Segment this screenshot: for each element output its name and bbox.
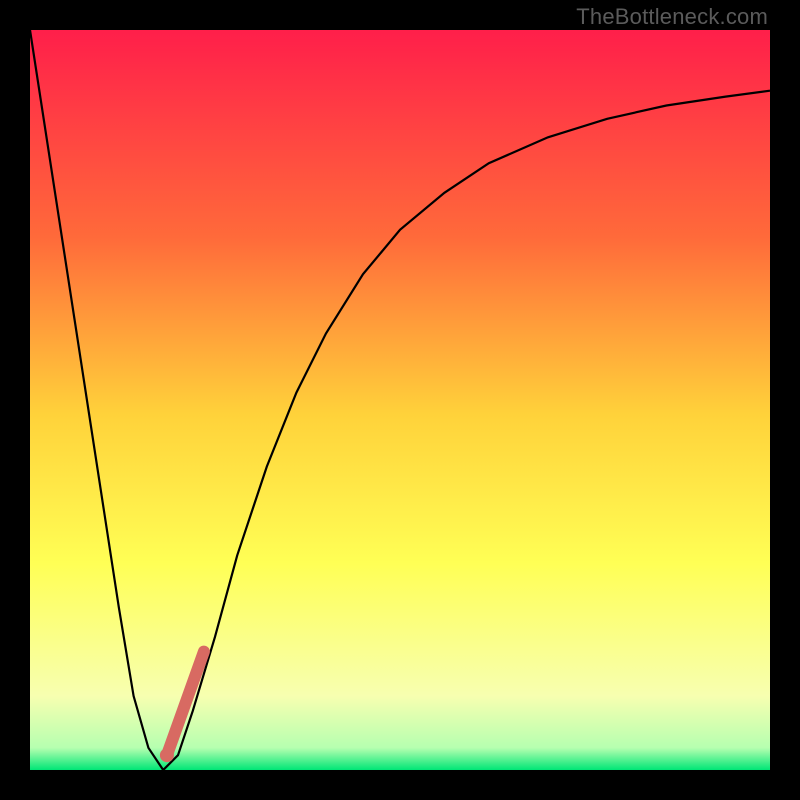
watermark-text: TheBottleneck.com — [576, 4, 768, 30]
minimum-marker — [160, 748, 174, 762]
gradient-background — [30, 30, 770, 770]
chart-frame: TheBottleneck.com — [0, 0, 800, 800]
chart-svg — [30, 30, 770, 770]
plot-area — [30, 30, 770, 770]
